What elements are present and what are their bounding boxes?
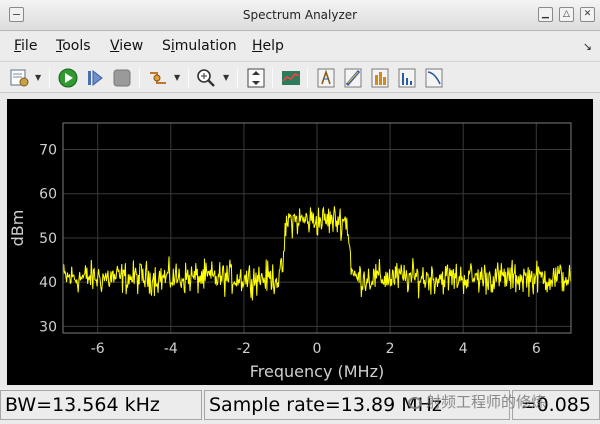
autoscale-icon[interactable] <box>245 67 267 89</box>
menu-view[interactable]: View <box>110 38 143 54</box>
menu-simulation[interactable]: Simulation <box>162 38 237 54</box>
menu-file[interactable]: File <box>14 38 37 54</box>
peak-finder-icon[interactable] <box>342 67 364 89</box>
window-title-bar: Spectrum Analyzer ▁ △ ✕ <box>0 0 600 31</box>
close-icon[interactable]: ✕ <box>580 7 595 22</box>
window-title: Spectrum Analyzer <box>242 8 358 22</box>
maximize-icon[interactable]: △ <box>559 7 574 22</box>
distortion-measurements-icon[interactable] <box>396 67 418 89</box>
y-tick-label: 30 <box>39 319 57 335</box>
zoom-dropdown-icon[interactable]: ▼ <box>223 73 229 82</box>
x-tick-label: 0 <box>313 341 322 357</box>
dock-arrow-icon[interactable]: ↘ <box>583 40 592 53</box>
signal-select-icon[interactable] <box>147 67 169 89</box>
plot-panel: -6 -4 -2 0 2 4 6 30 40 50 60 70 Frequency (MHz) dB… <box>7 99 593 385</box>
rbw-status: BW=13.564 kHz <box>0 390 202 420</box>
x-tick-label: -2 <box>237 341 251 357</box>
watermark-logo-icon <box>408 396 422 409</box>
stop-icon[interactable] <box>111 67 133 89</box>
y-axis-label: dBm <box>8 210 27 247</box>
spectrum-type-icon[interactable] <box>280 67 302 89</box>
y-tick-label: 50 <box>39 231 57 247</box>
x-tick-label: -4 <box>164 341 178 357</box>
watermark-text: 射频工程师的修炼 <box>426 393 547 411</box>
ccdf-icon[interactable] <box>423 67 445 89</box>
zoom-in-icon[interactable] <box>195 67 217 89</box>
channel-measurements-icon[interactable] <box>369 67 391 89</box>
x-axis-label: Frequency (MHz) <box>250 362 384 381</box>
watermark: 射频工程师的修炼 <box>408 389 600 415</box>
x-tick-label: 2 <box>386 341 395 357</box>
signal-dropdown-icon[interactable]: ▼ <box>174 73 180 82</box>
settings-icon[interactable] <box>9 67 31 89</box>
menu-bar: File Tools View Simulation Help ↘ <box>0 32 600 60</box>
x-tick-label: -6 <box>91 341 105 357</box>
step-forward-icon[interactable] <box>84 67 106 89</box>
y-tick-label: 60 <box>39 187 57 203</box>
y-tick-labels: 30 40 50 60 70 <box>39 143 57 336</box>
menu-tools[interactable]: Tools <box>56 38 91 54</box>
y-tick-label: 70 <box>39 143 57 159</box>
settings-dropdown-icon[interactable]: ▼ <box>35 73 41 82</box>
cursor-measurements-icon[interactable] <box>315 67 337 89</box>
spectrum-plot[interactable]: -6 -4 -2 0 2 4 6 30 40 50 60 70 Frequency (MHz) dB… <box>7 99 593 385</box>
x-tick-label: 6 <box>532 341 541 357</box>
x-tick-label: 4 <box>459 341 468 357</box>
menu-help[interactable]: Help <box>252 38 284 54</box>
toolbar: ▼ ▼ ▼ <box>0 61 600 93</box>
minimize-icon[interactable]: ▁ <box>538 7 553 22</box>
x-tick-labels: -6 -4 -2 0 2 4 6 <box>91 341 541 357</box>
y-tick-label: 40 <box>39 275 57 291</box>
run-icon[interactable] <box>57 67 79 89</box>
